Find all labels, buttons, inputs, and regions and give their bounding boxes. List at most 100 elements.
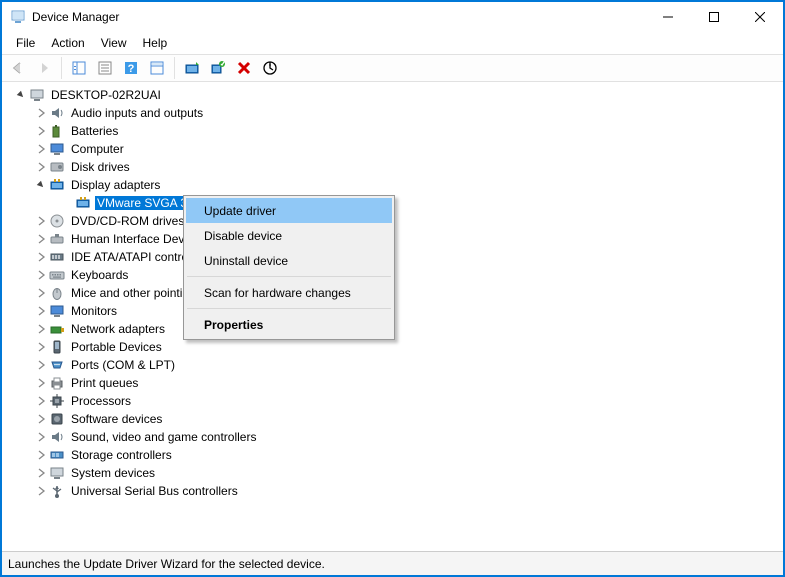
- tree-label: Ports (COM & LPT): [69, 358, 177, 372]
- menu-bar: File Action View Help: [2, 32, 783, 54]
- tree-category-batteries[interactable]: Batteries: [4, 122, 781, 140]
- tree-label: Network adapters: [69, 322, 167, 336]
- title-bar: Device Manager: [2, 2, 783, 32]
- tree-label: Sound, video and game controllers: [69, 430, 258, 444]
- disable-device-button[interactable]: [258, 57, 282, 79]
- properties-button[interactable]: [93, 57, 117, 79]
- display-adapter-icon: [75, 195, 91, 211]
- tree-category-portable[interactable]: Portable Devices: [4, 338, 781, 356]
- chevron-right-icon[interactable]: [34, 286, 48, 300]
- tree-category-ports[interactable]: Ports (COM & LPT): [4, 356, 781, 374]
- maximize-button[interactable]: [691, 2, 737, 32]
- context-scan-hardware[interactable]: Scan for hardware changes: [186, 280, 392, 305]
- chevron-right-icon[interactable]: [34, 250, 48, 264]
- chevron-right-icon[interactable]: [34, 484, 48, 498]
- disk-icon: [49, 159, 65, 175]
- device-tree[interactable]: DESKTOP-02R2UAI Audio inputs and outputs…: [2, 82, 783, 551]
- tree-category-computer[interactable]: Computer: [4, 140, 781, 158]
- tree-category-sound[interactable]: Sound, video and game controllers: [4, 428, 781, 446]
- context-update-driver[interactable]: Update driver: [186, 198, 392, 223]
- mouse-icon: [49, 285, 65, 301]
- menu-help[interactable]: Help: [135, 34, 176, 52]
- context-separator: [187, 308, 391, 309]
- chevron-right-icon[interactable]: [34, 214, 48, 228]
- tree-category-storage[interactable]: Storage controllers: [4, 446, 781, 464]
- chevron-right-icon[interactable]: [34, 304, 48, 318]
- port-icon: [49, 357, 65, 373]
- tree-label: Software devices: [69, 412, 164, 426]
- app-icon: [10, 9, 26, 25]
- chevron-right-icon[interactable]: [34, 466, 48, 480]
- hid-icon: [49, 231, 65, 247]
- status-bar: Launches the Update Driver Wizard for th…: [2, 551, 783, 575]
- menu-action[interactable]: Action: [43, 34, 92, 52]
- toolbar-separator: [61, 57, 62, 79]
- context-menu: Update driver Disable device Uninstall d…: [183, 195, 395, 340]
- context-disable-device[interactable]: Disable device: [186, 223, 392, 248]
- chevron-right-icon[interactable]: [34, 322, 48, 336]
- controller-icon: [49, 249, 65, 265]
- chevron-right-icon[interactable]: [34, 232, 48, 246]
- tree-category-software[interactable]: Software devices: [4, 410, 781, 428]
- tree-category-audio[interactable]: Audio inputs and outputs: [4, 104, 781, 122]
- tree-label: System devices: [69, 466, 157, 480]
- keyboard-icon: [49, 267, 65, 283]
- help-button[interactable]: ?: [119, 57, 143, 79]
- tree-category-disk[interactable]: Disk drives: [4, 158, 781, 176]
- tree-category-usb[interactable]: Universal Serial Bus controllers: [4, 482, 781, 500]
- chevron-right-icon[interactable]: [34, 412, 48, 426]
- chevron-down-icon[interactable]: [34, 178, 48, 192]
- storage-controller-icon: [49, 447, 65, 463]
- tree-category-system[interactable]: System devices: [4, 464, 781, 482]
- chevron-right-icon[interactable]: [34, 160, 48, 174]
- menu-file[interactable]: File: [8, 34, 43, 52]
- back-button[interactable]: [6, 57, 30, 79]
- tree-root[interactable]: DESKTOP-02R2UAI: [4, 86, 781, 104]
- system-device-icon: [49, 465, 65, 481]
- monitor-icon: [49, 303, 65, 319]
- context-uninstall-device[interactable]: Uninstall device: [186, 248, 392, 273]
- chevron-right-icon[interactable]: [34, 268, 48, 282]
- toolbar-separator: [174, 57, 175, 79]
- minimize-button[interactable]: [645, 2, 691, 32]
- tree-label: DESKTOP-02R2UAI: [49, 88, 163, 102]
- tree-label: Audio inputs and outputs: [69, 106, 205, 120]
- context-separator: [187, 276, 391, 277]
- tree-label: Portable Devices: [69, 340, 164, 354]
- tree-label: Display adapters: [69, 178, 162, 192]
- show-hide-console-tree-button[interactable]: [67, 57, 91, 79]
- usb-icon: [49, 483, 65, 499]
- chevron-right-icon[interactable]: [34, 142, 48, 156]
- chevron-right-icon[interactable]: [34, 106, 48, 120]
- chevron-right-icon[interactable]: [34, 340, 48, 354]
- chevron-right-icon[interactable]: [34, 394, 48, 408]
- scan-hardware-button[interactable]: [206, 57, 230, 79]
- toolbar: ?: [2, 54, 783, 82]
- tree-label: DVD/CD-ROM drives: [69, 214, 186, 228]
- chevron-right-icon[interactable]: [34, 358, 48, 372]
- tree-category-processors[interactable]: Processors: [4, 392, 781, 410]
- status-text: Launches the Update Driver Wizard for th…: [8, 557, 325, 571]
- menu-view[interactable]: View: [93, 34, 135, 52]
- update-driver-button[interactable]: [180, 57, 204, 79]
- chevron-down-icon[interactable]: [14, 88, 28, 102]
- uninstall-device-button[interactable]: [232, 57, 256, 79]
- no-expander: [60, 196, 74, 210]
- context-properties[interactable]: Properties: [186, 312, 392, 337]
- action-center-button[interactable]: [145, 57, 169, 79]
- chevron-right-icon[interactable]: [34, 430, 48, 444]
- chevron-right-icon[interactable]: [34, 448, 48, 462]
- chevron-right-icon[interactable]: [34, 124, 48, 138]
- tree-label: Monitors: [69, 304, 119, 318]
- close-button[interactable]: [737, 2, 783, 32]
- battery-icon: [49, 123, 65, 139]
- computer-icon: [29, 87, 45, 103]
- display-adapter-icon: [49, 177, 65, 193]
- chevron-right-icon[interactable]: [34, 376, 48, 390]
- network-adapter-icon: [49, 321, 65, 337]
- forward-button[interactable]: [32, 57, 56, 79]
- svg-text:?: ?: [128, 63, 135, 75]
- tree-category-printq[interactable]: Print queues: [4, 374, 781, 392]
- tree-category-display[interactable]: Display adapters: [4, 176, 781, 194]
- window-title: Device Manager: [32, 10, 119, 24]
